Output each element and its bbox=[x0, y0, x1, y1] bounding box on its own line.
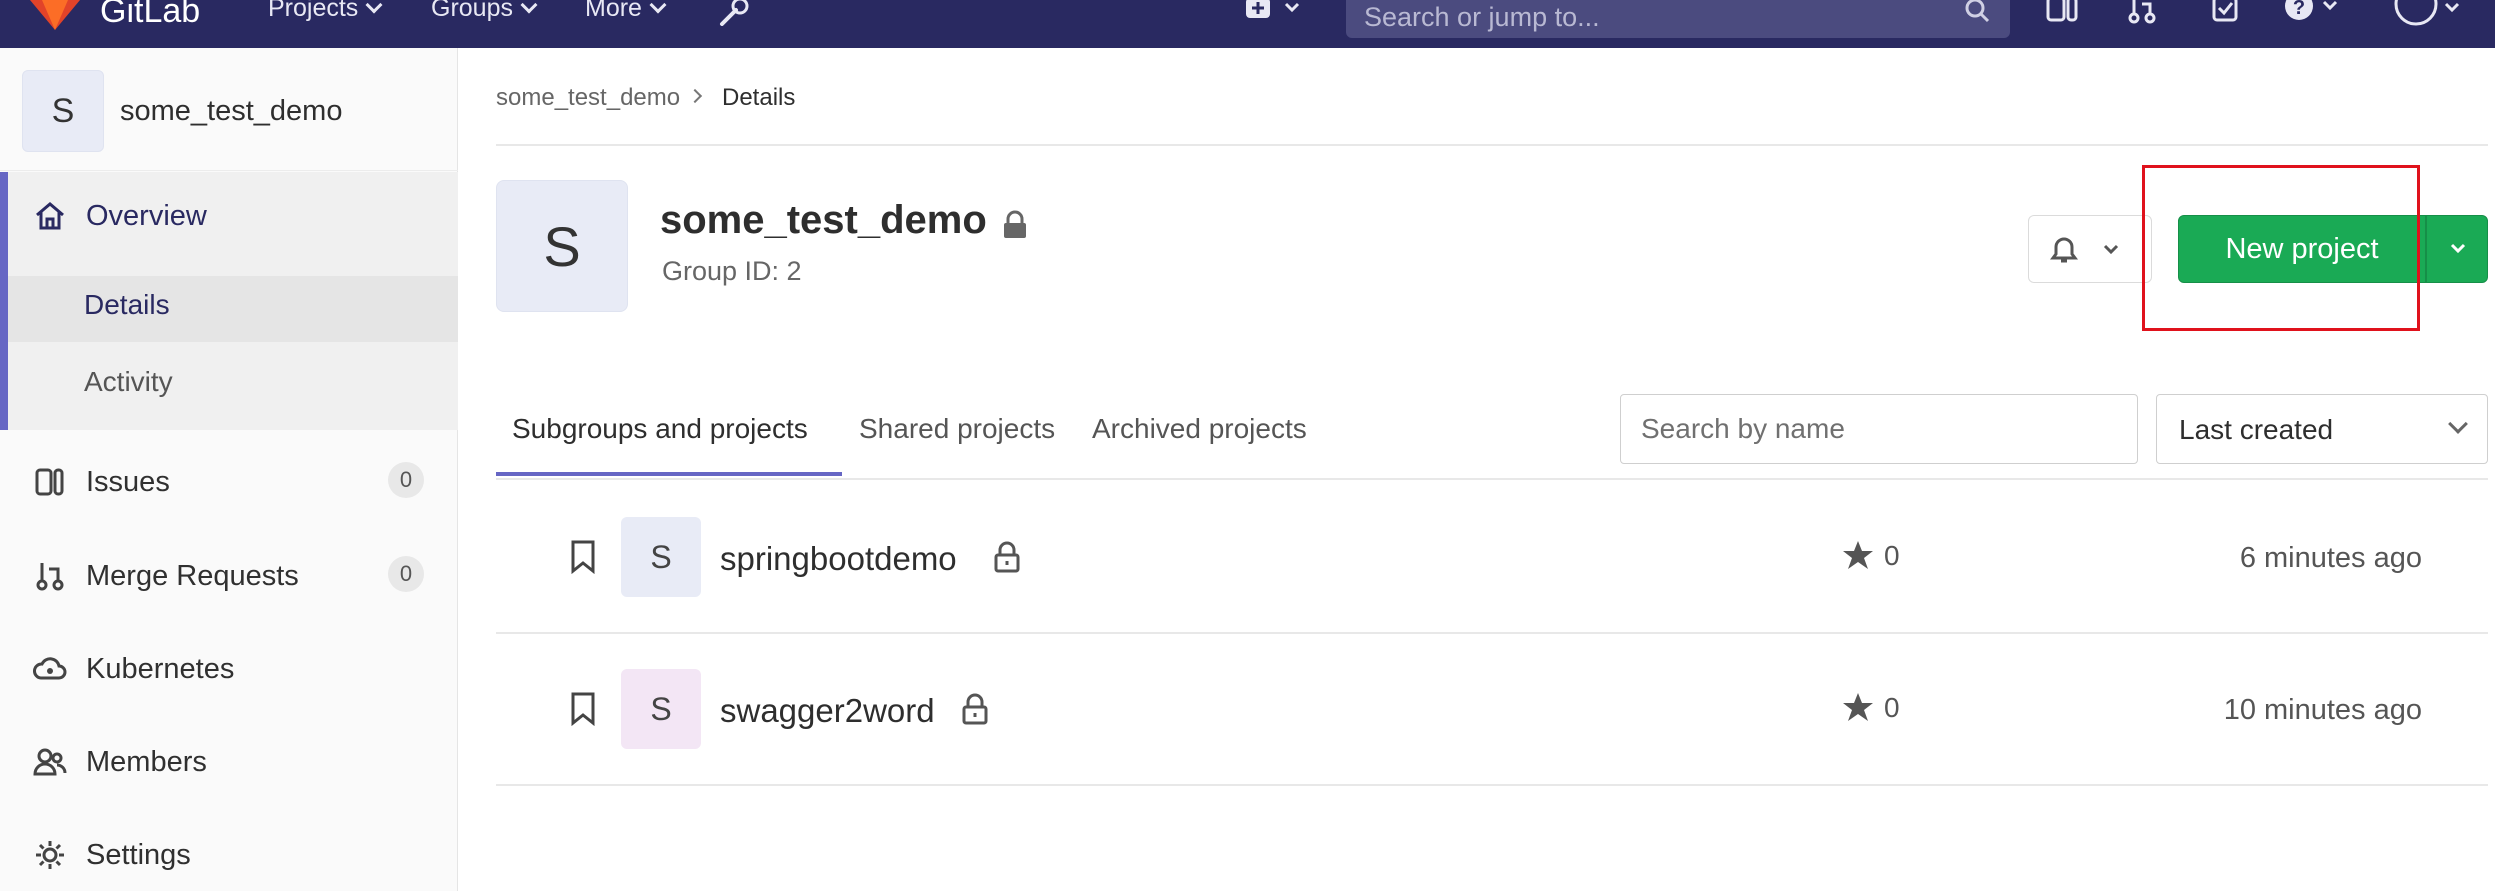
bookmark-icon bbox=[571, 540, 595, 574]
sidebar-members-label: Members bbox=[86, 745, 207, 778]
breadcrumb-group-link[interactable]: some_test_demo bbox=[496, 84, 680, 112]
sidebar-issues-label: Issues bbox=[86, 465, 170, 498]
project-avatar: S bbox=[621, 669, 701, 749]
top-navbar: GitLab Projects Groups More Search or ju… bbox=[0, 0, 2495, 48]
sort-dropdown[interactable]: Last created bbox=[2156, 394, 2488, 464]
chevron-down-icon bbox=[649, 0, 667, 13]
project-avatar: S bbox=[621, 517, 701, 597]
sidebar-merge-requests-label: Merge Requests bbox=[86, 559, 299, 592]
members-icon bbox=[32, 744, 68, 780]
chevron-down-icon bbox=[2448, 414, 2468, 434]
sidebar-item-kubernetes[interactable]: Kubernetes bbox=[32, 651, 234, 687]
breadcrumb-chevron-icon bbox=[687, 88, 703, 104]
sidebar-item-settings[interactable]: Settings bbox=[32, 837, 191, 873]
issues-icon bbox=[32, 464, 68, 500]
help-icon[interactable]: ? bbox=[2284, 0, 2344, 24]
sidebar-item-merge-requests[interactable]: Merge Requests bbox=[32, 558, 299, 594]
lock-icon bbox=[1004, 210, 1026, 238]
sidebar-item-activity[interactable]: Activity bbox=[84, 366, 173, 398]
sidebar-overview-label: Overview bbox=[86, 199, 207, 232]
global-search-input[interactable]: Search or jump to... bbox=[1346, 0, 2010, 38]
search-placeholder: Search or jump to... bbox=[1364, 2, 1600, 32]
issues-icon[interactable] bbox=[2046, 0, 2082, 24]
sidebar-item-members[interactable]: Members bbox=[32, 744, 207, 780]
bookmark-icon bbox=[571, 692, 595, 726]
project-updated-time: 10 minutes ago bbox=[2223, 694, 2422, 726]
home-icon bbox=[32, 198, 68, 234]
sidebar-details-highlight bbox=[8, 276, 458, 342]
notification-settings-button[interactable] bbox=[2028, 215, 2152, 283]
plus-square-icon[interactable] bbox=[1244, 0, 1306, 22]
tab-archived-projects[interactable]: Archived projects bbox=[1092, 413, 1307, 445]
project-star-count: 0 bbox=[1884, 540, 1900, 571]
nav-projects-label: Projects bbox=[268, 0, 359, 22]
project-star-count: 0 bbox=[1884, 692, 1900, 723]
chevron-down-icon bbox=[520, 0, 538, 13]
admin-wrench-icon[interactable] bbox=[718, 0, 752, 26]
merge-request-icon[interactable] bbox=[2128, 0, 2158, 24]
tab-subgroups-and-projects[interactable]: Subgroups and projects bbox=[512, 413, 808, 445]
active-tab-underline bbox=[496, 472, 842, 476]
merge-request-icon bbox=[32, 558, 68, 594]
sidebar-group-avatar: S bbox=[22, 70, 104, 152]
group-avatar: S bbox=[496, 180, 628, 312]
tabs-border bbox=[496, 478, 2488, 480]
nav-groups-label: Groups bbox=[431, 0, 513, 22]
search-icon bbox=[1965, 0, 1990, 23]
gitlab-logo-icon[interactable] bbox=[28, 0, 82, 30]
breadcrumb-divider bbox=[496, 144, 2488, 146]
project-row[interactable]: S swagger2word 0 10 minutes ago bbox=[496, 634, 2488, 786]
svg-text:?: ? bbox=[2293, 0, 2305, 19]
star-icon bbox=[1843, 541, 1873, 569]
issues-count-badge: 0 bbox=[388, 462, 424, 498]
sidebar-divider bbox=[0, 170, 458, 171]
nav-projects-menu[interactable]: Projects bbox=[268, 0, 383, 23]
chevron-down-icon bbox=[2450, 243, 2466, 254]
star-icon bbox=[1843, 693, 1873, 721]
user-avatar-icon[interactable] bbox=[2390, 0, 2460, 30]
group-title: some_test_demo bbox=[660, 198, 987, 242]
sidebar-settings-label: Settings bbox=[86, 838, 191, 871]
project-name-link[interactable]: springbootdemo bbox=[720, 540, 957, 578]
project-row[interactable]: S springbootdemo 0 6 minutes ago bbox=[496, 482, 2488, 634]
cloud-gear-icon bbox=[32, 651, 68, 687]
search-by-name-input[interactable]: Search by name bbox=[1620, 394, 2138, 464]
bell-icon bbox=[2050, 237, 2119, 263]
nav-groups-menu[interactable]: Groups bbox=[431, 0, 538, 23]
sort-selected-value: Last created bbox=[2179, 414, 2334, 445]
project-updated-time: 6 minutes ago bbox=[2239, 542, 2422, 574]
highlight-box bbox=[2142, 165, 2420, 331]
new-project-dropdown-toggle[interactable] bbox=[2426, 215, 2488, 283]
group-id: Group ID: 2 bbox=[662, 256, 802, 286]
lock-icon bbox=[962, 693, 988, 725]
sidebar-group-name: some_test_demo bbox=[120, 94, 343, 127]
breadcrumb-current: Details bbox=[722, 84, 796, 111]
sidebar-item-overview[interactable]: Overview bbox=[32, 198, 207, 234]
sidebar-item-issues[interactable]: Issues bbox=[32, 464, 170, 500]
tab-shared-projects[interactable]: Shared projects bbox=[859, 413, 1055, 445]
sidebar-kubernetes-label: Kubernetes bbox=[86, 652, 235, 685]
gitlab-brand[interactable]: GitLab bbox=[100, 0, 200, 31]
chevron-down-icon bbox=[365, 0, 383, 13]
nav-more-label: More bbox=[585, 0, 642, 22]
merge-requests-count-badge: 0 bbox=[388, 556, 424, 592]
nav-more-menu[interactable]: More bbox=[585, 0, 667, 23]
todo-checklist-icon[interactable] bbox=[2212, 0, 2242, 24]
project-name-link[interactable]: swagger2word bbox=[720, 692, 935, 730]
sidebar-item-details[interactable]: Details bbox=[84, 289, 170, 321]
lock-icon bbox=[994, 541, 1020, 573]
gear-icon bbox=[32, 837, 68, 873]
sidebar-active-indicator bbox=[0, 172, 8, 430]
sidebar-group-header[interactable]: S some_test_demo bbox=[22, 70, 342, 152]
